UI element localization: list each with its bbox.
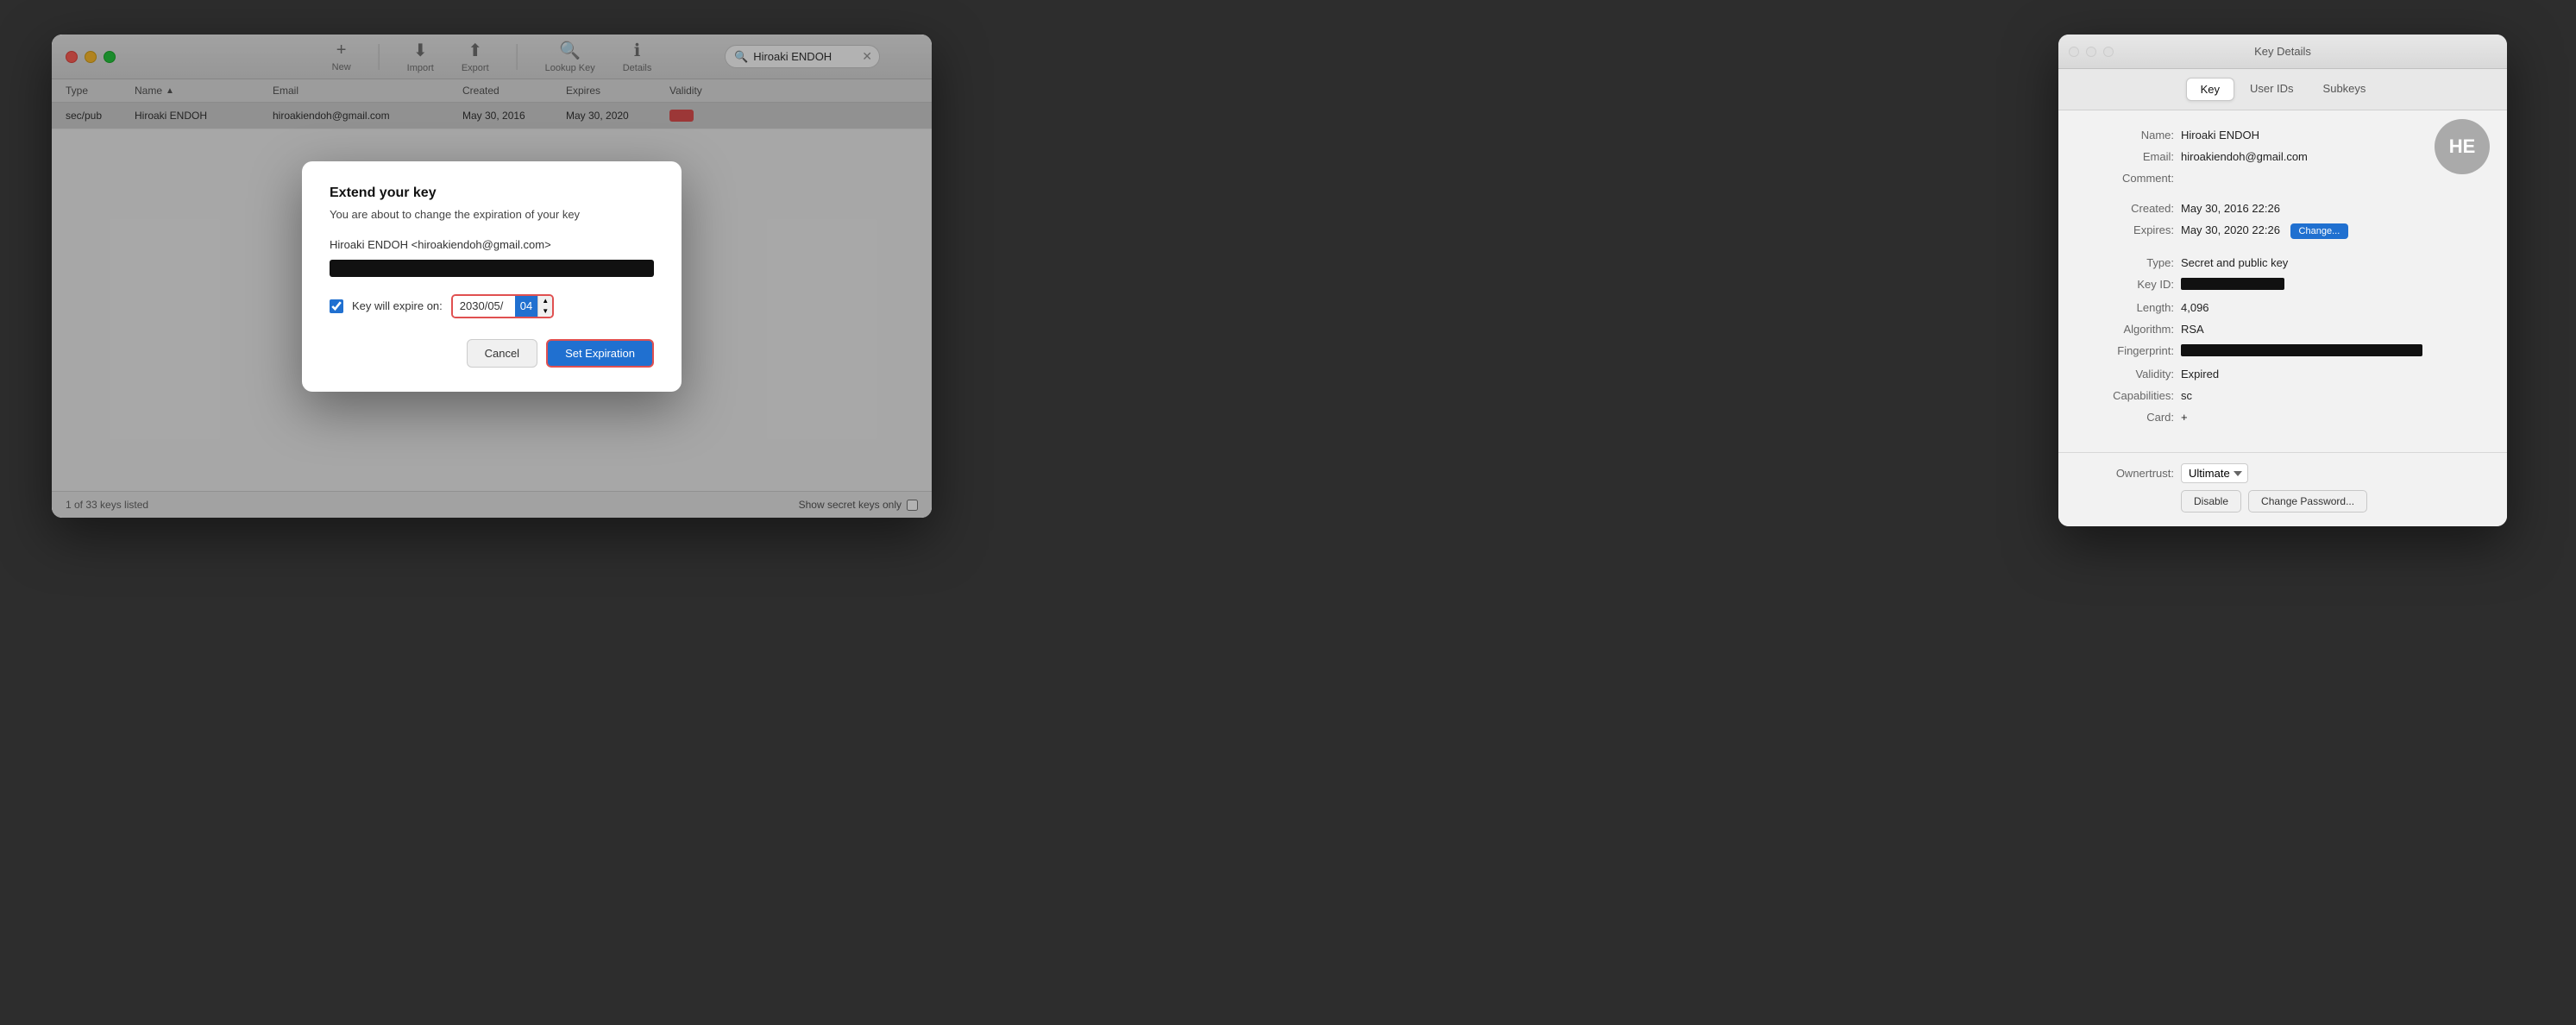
date-spinner[interactable]: ▲ ▼ — [537, 296, 552, 317]
length-label: Length: — [2079, 301, 2174, 314]
ownertrust-label: Ownertrust: — [2079, 467, 2174, 480]
created-value: May 30, 2016 22:26 — [2181, 202, 2486, 215]
details-titlebar: Key Details — [2058, 35, 2507, 69]
card-value: + — [2181, 411, 2486, 424]
keyid-label: Key ID: — [2079, 278, 2174, 291]
detail-created-row: Created: May 30, 2016 22:26 — [2079, 198, 2486, 219]
expires-value: May 30, 2020 22:26 Change... — [2181, 223, 2486, 239]
validity-value: Expired — [2181, 368, 2486, 380]
tab-subkeys[interactable]: Subkeys — [2309, 78, 2380, 101]
type-label: Type: — [2079, 256, 2174, 269]
keyid-value — [2181, 278, 2486, 292]
details-traffic-lights — [2069, 47, 2114, 57]
fingerprint-label: Fingerprint: — [2079, 344, 2174, 357]
change-expiration-button[interactable]: Change... — [2290, 223, 2349, 239]
dialog-title: Extend your key — [330, 186, 654, 201]
fingerprint-value — [2181, 344, 2486, 359]
details-minimize-button[interactable] — [2086, 47, 2096, 57]
cancel-button[interactable]: Cancel — [467, 339, 537, 368]
details-maximize-button[interactable] — [2103, 47, 2114, 57]
comment-label: Comment: — [2079, 172, 2174, 185]
main-window: + New ⬇ Import ⬆ Export 🔍 Lookup Key — [52, 35, 932, 518]
expire-label: Key will expire on: — [352, 299, 443, 312]
detail-algorithm-row: Algorithm: RSA — [2079, 318, 2486, 340]
expire-row: Key will expire on: 04 ▲ ▼ — [330, 294, 654, 318]
detail-fingerprint-row: Fingerprint: — [2079, 340, 2486, 363]
detail-expires-row: Expires: May 30, 2020 22:26 Change... — [2079, 219, 2486, 243]
dialog-key-name: Hiroaki ENDOH <hiroakiendoh@gmail.com> — [330, 238, 654, 251]
ownertrust-select[interactable]: Ultimate — [2181, 463, 2248, 483]
date-decrement[interactable]: ▼ — [538, 306, 552, 317]
key-details-window: Key Details Key User IDs Subkeys HE Name… — [2058, 35, 2507, 526]
date-increment[interactable]: ▲ — [538, 296, 552, 306]
details-tabs: Key User IDs Subkeys — [2058, 69, 2507, 110]
ownertrust-row: Ownertrust: Ultimate — [2079, 463, 2486, 483]
detail-length-row: Length: 4,096 — [2079, 297, 2486, 318]
set-expiration-button[interactable]: Set Expiration — [546, 339, 654, 368]
name-label: Name: — [2079, 129, 2174, 141]
tab-user-ids[interactable]: User IDs — [2236, 78, 2308, 101]
footer-buttons: Disable Change Password... — [2181, 490, 2486, 512]
dialog-overlay: Extend your key You are about to change … — [52, 35, 932, 518]
details-footer: Ownertrust: Ultimate Disable Change Pass… — [2058, 452, 2507, 526]
date-day-highlighted[interactable]: 04 — [515, 296, 537, 317]
algorithm-label: Algorithm: — [2079, 323, 2174, 336]
fingerprint-redacted — [2181, 344, 2422, 356]
detail-name-row: Name: Hiroaki ENDOH — [2079, 124, 2486, 146]
change-password-button[interactable]: Change Password... — [2248, 490, 2367, 512]
details-title: Key Details — [2254, 45, 2311, 58]
disable-button[interactable]: Disable — [2181, 490, 2241, 512]
length-value: 4,096 — [2181, 301, 2486, 314]
extend-key-dialog: Extend your key You are about to change … — [302, 161, 682, 392]
created-label: Created: — [2079, 202, 2174, 215]
detail-type-row: Type: Secret and public key — [2079, 252, 2486, 274]
key-id-redacted — [330, 260, 654, 277]
detail-comment-row: Comment: — [2079, 167, 2486, 189]
detail-capabilities-row: Capabilities: sc — [2079, 385, 2486, 406]
detail-validity-row: Validity: Expired — [2079, 363, 2486, 385]
card-label: Card: — [2079, 411, 2174, 424]
expire-checkbox[interactable] — [330, 299, 343, 313]
tab-key[interactable]: Key — [2186, 78, 2234, 101]
details-content: HE Name: Hiroaki ENDOH Email: hiroakiend… — [2058, 110, 2507, 452]
details-close-button[interactable] — [2069, 47, 2079, 57]
detail-keyid-row: Key ID: — [2079, 274, 2486, 297]
type-value: Secret and public key — [2181, 256, 2486, 269]
dialog-buttons: Cancel Set Expiration — [330, 339, 654, 368]
email-label: Email: — [2079, 150, 2174, 163]
dialog-subtitle: You are about to change the expiration o… — [330, 208, 654, 221]
detail-card-row: Card: + — [2079, 406, 2486, 428]
capabilities-label: Capabilities: — [2079, 389, 2174, 402]
avatar: HE — [2435, 119, 2490, 174]
expires-label: Expires: — [2079, 223, 2174, 236]
date-input-group[interactable]: 04 ▲ ▼ — [451, 294, 554, 318]
detail-email-row: Email: hiroakiendoh@gmail.com — [2079, 146, 2486, 167]
capabilities-value: sc — [2181, 389, 2486, 402]
validity-label: Validity: — [2079, 368, 2174, 380]
algorithm-value: RSA — [2181, 323, 2486, 336]
keyid-redacted — [2181, 278, 2284, 290]
date-year-month-input[interactable] — [453, 296, 515, 317]
